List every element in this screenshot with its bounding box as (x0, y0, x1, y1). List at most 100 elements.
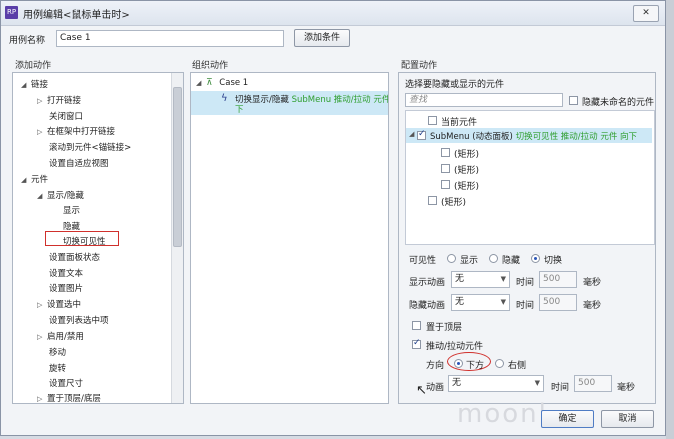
dropdown-arrow-icon: ▼ (534, 379, 540, 387)
widget-list: 当前元件 ◢ SubMenu (动态面板) 切换可见性 推动/拉动 元件 向下 … (405, 110, 655, 245)
radio-show[interactable] (447, 254, 456, 263)
organize-actions-panel: ◢⊼ Case 1 ϟ 切换显示/隐藏 SubMenu 推动/拉动 元件 向 下 (190, 72, 389, 404)
radio-dir-right-label: 右侧 (508, 361, 527, 371)
collapsed-arrow-icon[interactable]: ▷ (37, 128, 47, 136)
widget-search-input[interactable]: 查找 (405, 93, 563, 107)
bring-front-checkbox[interactable] (412, 321, 421, 330)
hide-time-input[interactable]: 500 (539, 294, 577, 311)
expanded-arrow-icon[interactable]: ◢ (21, 81, 31, 89)
cancel-button[interactable]: 取消 (601, 410, 654, 428)
tree-item-toggle-visibility[interactable]: 切换可见性 (63, 235, 106, 247)
tree-item-enable-disable[interactable]: ▷ 启用/禁用 (37, 330, 84, 342)
widget-label-rect-4: (矩形) (441, 198, 467, 208)
push-ms-label: 毫秒 (617, 383, 636, 393)
case-name-label: 用例名称 (9, 36, 46, 46)
push-pull-checkbox[interactable] (412, 338, 421, 349)
expanded-arrow-icon[interactable]: ◢ (21, 176, 31, 184)
tree-item-scroll-to-widget[interactable]: 滚动到元件<锚链接> (49, 141, 131, 153)
push-pull-label: 推动/拉动元件 (426, 342, 484, 352)
collapsed-arrow-icon[interactable]: ▷ (37, 333, 47, 341)
select-widgets-subtitle: 选择要隐藏或显示的元件 (405, 80, 505, 90)
tree-item-rotate[interactable]: 旋转 (49, 362, 66, 374)
radio-show-label: 显示 (460, 256, 479, 266)
tree-item-open-link[interactable]: ▷ 打开链接 (37, 94, 81, 106)
widget-checkbox-current[interactable] (428, 116, 437, 125)
tree-item-move[interactable]: 移动 (49, 346, 66, 358)
radio-hide[interactable] (489, 254, 498, 263)
radio-dir-down[interactable] (454, 359, 463, 368)
tree-item-set-panel-state[interactable]: 设置面板状态 (49, 251, 100, 263)
push-anim-select[interactable]: 无 ▼ (448, 375, 544, 392)
expanded-arrow-icon[interactable]: ◢ (37, 192, 47, 200)
show-ms-label: 毫秒 (583, 278, 602, 288)
tree-item-set-size[interactable]: 设置尺寸 (49, 377, 83, 389)
hide-anim-select[interactable]: 无 ▼ (451, 294, 510, 311)
configure-action-title: 配置动作 (401, 61, 438, 71)
tree-item-set-image[interactable]: 设置图片 (49, 282, 83, 294)
tree-item-link[interactable]: ◢ 链接 (21, 78, 48, 90)
visibility-label: 可见性 (409, 256, 437, 266)
title-bar: RP 用例编辑<鼠标单击时> ✕ (1, 1, 665, 26)
left-scrollbar[interactable] (171, 73, 183, 403)
widget-row-submenu[interactable]: ◢ SubMenu (动态面板) 切换可见性 推动/拉动 元件 向下 (406, 128, 652, 143)
watermark: moonl (457, 399, 548, 429)
widget-checkbox-rect-4[interactable] (428, 196, 437, 205)
tree-item-set-selected[interactable]: ▷ 设置选中 (37, 298, 81, 310)
background-window-edge (666, 0, 674, 439)
widget-detail-submenu: 切换可见性 推动/拉动 元件 向下 (515, 132, 638, 142)
show-time-input[interactable]: 500 (539, 271, 577, 288)
push-anim-label: 动画 (426, 383, 445, 393)
hide-time-label: 时间 (516, 301, 535, 311)
tree-item-open-in-frame[interactable]: ▷ 在框架中打开链接 (37, 125, 115, 137)
ok-button[interactable]: 确定 (541, 410, 594, 428)
tree-item-adaptive-view[interactable]: 设置自适应视图 (49, 157, 109, 169)
show-time-label: 时间 (516, 278, 535, 288)
case-node[interactable]: ◢ ⊼ Case 1 (196, 78, 248, 88)
hide-unnamed-checkbox[interactable] (569, 96, 578, 105)
radio-dir-down-label: 下方 (466, 361, 485, 371)
widget-label-current: 当前元件 (441, 118, 478, 128)
tree-item-show[interactable]: 显示 (63, 204, 80, 216)
action-detail: SubMenu 推动/拉动 元件 向 (291, 95, 389, 105)
hide-unnamed-label: 隐藏未命名的元件 (582, 98, 655, 108)
widget-checkbox-rect-1[interactable] (441, 148, 450, 157)
expanded-arrow-icon[interactable]: ◢ (409, 130, 414, 138)
case-name-input[interactable]: Case 1 (56, 30, 284, 47)
radio-toggle[interactable] (531, 254, 540, 263)
scroll-thumb[interactable] (173, 87, 182, 247)
close-button[interactable]: ✕ (633, 5, 659, 22)
bring-front-label: 置于顶层 (426, 323, 463, 333)
window-title: 用例编辑<鼠标单击时> (23, 10, 130, 21)
push-time-label: 时间 (551, 383, 570, 393)
widget-label-rect-2: (矩形) (454, 166, 480, 176)
tree-item-widgets[interactable]: ◢ 元件 (21, 173, 48, 185)
tree-item-close-window[interactable]: 关闭窗口 (49, 110, 83, 122)
radio-dir-right[interactable] (495, 359, 504, 368)
collapsed-arrow-icon[interactable]: ▷ (37, 97, 47, 105)
add-action-tree: ◢ 链接 ▷ 打开链接 关闭窗口 ▷ 在框架中打开链接 滚动到元件<锚链接> 设置自适… (12, 72, 184, 404)
collapsed-arrow-icon[interactable]: ▷ (37, 395, 47, 403)
hide-anim-label: 隐藏动画 (409, 301, 446, 311)
widget-label-rect-1: (矩形) (454, 150, 480, 160)
add-action-title: 添加动作 (15, 61, 52, 71)
widget-label-rect-3: (矩形) (454, 182, 480, 192)
app-icon: RP (5, 6, 18, 19)
mouse-cursor-icon: ↖ (416, 383, 427, 398)
tree-item-show-hide[interactable]: ◢ 显示/隐藏 (37, 189, 84, 201)
push-time-input[interactable]: 500 (574, 375, 612, 392)
tree-item-bring-front-back[interactable]: ▷ 置于顶层/底层 (37, 392, 101, 403)
dropdown-arrow-icon: ▼ (500, 275, 506, 283)
widget-checkbox-submenu[interactable] (417, 129, 426, 140)
selected-action-row[interactable]: ϟ 切换显示/隐藏 SubMenu 推动/拉动 元件 向 下 (191, 91, 389, 115)
case-icon: ⊼ (206, 78, 213, 88)
tree-item-set-text[interactable]: 设置文本 (49, 267, 83, 279)
show-anim-label: 显示动画 (409, 278, 446, 288)
add-condition-button[interactable]: 添加条件 (294, 29, 350, 47)
widget-checkbox-rect-3[interactable] (441, 180, 450, 189)
collapsed-arrow-icon[interactable]: ▷ (37, 301, 47, 309)
direction-label: 方向 (426, 361, 445, 371)
widget-checkbox-rect-2[interactable] (441, 164, 450, 173)
tree-item-set-list-selection[interactable]: 设置列表选中项 (49, 314, 109, 326)
show-anim-select[interactable]: 无 ▼ (451, 271, 510, 288)
dropdown-arrow-icon: ▼ (500, 298, 506, 306)
